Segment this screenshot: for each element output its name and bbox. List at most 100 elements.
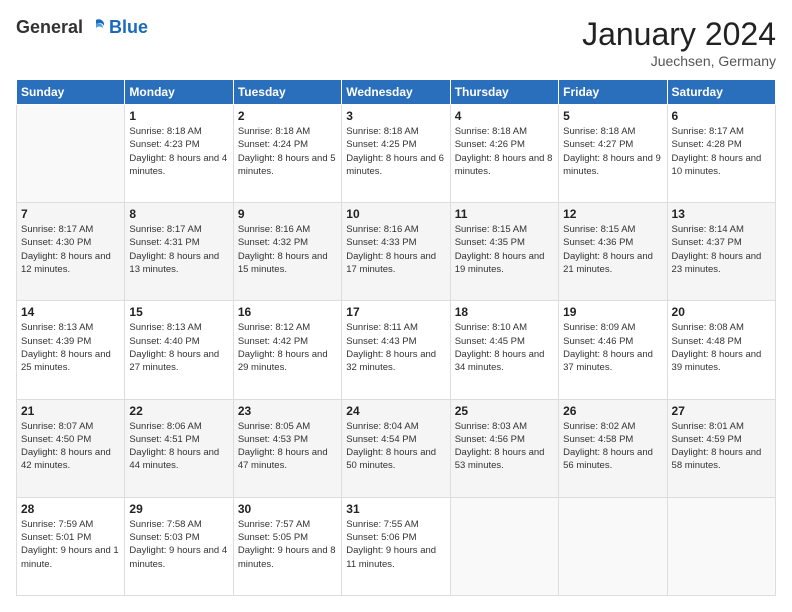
table-row: 20 Sunrise: 8:08 AMSunset: 4:48 PMDayligh… [667,301,775,399]
table-row: 31 Sunrise: 7:55 AMSunset: 5:06 PMDayligh… [342,497,450,595]
table-row: 9 Sunrise: 8:16 AMSunset: 4:32 PMDaylight… [233,203,341,301]
day-info: Sunrise: 8:04 AMSunset: 4:54 PMDaylight:… [346,420,445,473]
table-row: 25 Sunrise: 8:03 AMSunset: 4:56 PMDayligh… [450,399,558,497]
table-row: 2 Sunrise: 8:18 AMSunset: 4:24 PMDaylight… [233,105,341,203]
day-number: 29 [129,502,228,516]
table-row: 22Sunrise: 8:06 AMSunset: 4:51 PMDayligh… [125,399,233,497]
day-number: 27 [672,404,771,418]
day-number: 28 [21,502,120,516]
day-number: 7 [21,207,120,221]
table-row: 12 Sunrise: 8:15 AMSunset: 4:36 PMDayligh… [559,203,667,301]
table-row: 23 Sunrise: 8:05 AMSunset: 4:53 PMDayligh… [233,399,341,497]
header-thursday: Thursday [450,80,558,105]
calendar-week-row: 1Sunrise: 8:18 AMSunset: 4:23 PMDaylight… [17,105,776,203]
day-number: 26 [563,404,662,418]
day-info: Sunrise: 8:17 AMSunset: 4:31 PMDaylight:… [129,223,228,276]
table-row: 26 Sunrise: 8:02 AMSunset: 4:58 PMDayligh… [559,399,667,497]
table-row: 16 Sunrise: 8:12 AMSunset: 4:42 PMDayligh… [233,301,341,399]
day-info: Sunrise: 8:06 AMSunset: 4:51 PMDaylight:… [129,420,228,473]
day-info: Sunrise: 8:10 AMSunset: 4:45 PMDaylight:… [455,321,554,374]
logo-blue-text: Blue [109,17,148,38]
day-number: 23 [238,404,337,418]
calendar-week-row: 14Sunrise: 8:13 AMSunset: 4:39 PMDayligh… [17,301,776,399]
day-number: 30 [238,502,337,516]
day-number: 19 [563,305,662,319]
table-row: 5Sunrise: 8:18 AMSunset: 4:27 PMDaylight… [559,105,667,203]
table-row [667,497,775,595]
day-info: Sunrise: 8:01 AMSunset: 4:59 PMDaylight:… [672,420,771,473]
table-row: 4 Sunrise: 8:18 AMSunset: 4:26 PMDaylight… [450,105,558,203]
table-row: 15 Sunrise: 8:13 AMSunset: 4:40 PMDayligh… [125,301,233,399]
day-info: Sunrise: 8:18 AMSunset: 4:25 PMDaylight:… [346,125,445,178]
calendar-week-row: 21Sunrise: 8:07 AMSunset: 4:50 PMDayligh… [17,399,776,497]
day-info: Sunrise: 8:18 AMSunset: 4:24 PMDaylight:… [238,125,337,178]
day-info: Sunrise: 8:14 AMSunset: 4:37 PMDaylight:… [672,223,771,276]
day-info: Sunrise: 8:13 AMSunset: 4:40 PMDaylight:… [129,321,228,374]
day-number: 4 [455,109,554,123]
day-info: Sunrise: 8:18 AMSunset: 4:26 PMDaylight:… [455,125,554,178]
calendar-week-row: 28 Sunrise: 7:59 AMSunset: 5:01 PMDayligh… [17,497,776,595]
table-row: 14Sunrise: 8:13 AMSunset: 4:39 PMDayligh… [17,301,125,399]
day-info: Sunrise: 8:07 AMSunset: 4:50 PMDaylight:… [21,420,120,473]
day-number: 2 [238,109,337,123]
day-info: Sunrise: 8:18 AMSunset: 4:23 PMDaylight:… [129,125,228,178]
day-number: 17 [346,305,445,319]
header-tuesday: Tuesday [233,80,341,105]
table-row [559,497,667,595]
day-info: Sunrise: 8:12 AMSunset: 4:42 PMDaylight:… [238,321,337,374]
day-number: 31 [346,502,445,516]
table-row [17,105,125,203]
day-info: Sunrise: 8:08 AMSunset: 4:48 PMDaylight:… [672,321,771,374]
day-info: Sunrise: 8:16 AMSunset: 4:32 PMDaylight:… [238,223,337,276]
title-block: January 2024 Juechsen, Germany [582,16,776,69]
table-row: 1Sunrise: 8:18 AMSunset: 4:23 PMDaylight… [125,105,233,203]
page: General Blue January 2024 Juechsen, Germ… [0,0,792,612]
day-number: 15 [129,305,228,319]
table-row [450,497,558,595]
table-row: 19Sunrise: 8:09 AMSunset: 4:46 PMDayligh… [559,301,667,399]
day-number: 6 [672,109,771,123]
day-number: 25 [455,404,554,418]
table-row: 13 Sunrise: 8:14 AMSunset: 4:37 PMDayligh… [667,203,775,301]
header-sunday: Sunday [17,80,125,105]
day-number: 24 [346,404,445,418]
day-number: 10 [346,207,445,221]
location: Juechsen, Germany [582,53,776,69]
day-number: 18 [455,305,554,319]
day-number: 13 [672,207,771,221]
day-info: Sunrise: 8:11 AMSunset: 4:43 PMDaylight:… [346,321,445,374]
header: General Blue January 2024 Juechsen, Germ… [16,16,776,69]
day-info: Sunrise: 8:17 AMSunset: 4:30 PMDaylight:… [21,223,120,276]
day-number: 11 [455,207,554,221]
day-number: 3 [346,109,445,123]
day-info: Sunrise: 8:02 AMSunset: 4:58 PMDaylight:… [563,420,662,473]
day-info: Sunrise: 8:16 AMSunset: 4:33 PMDaylight:… [346,223,445,276]
logo: General Blue [16,16,148,38]
day-info: Sunrise: 8:03 AMSunset: 4:56 PMDaylight:… [455,420,554,473]
table-row: 11Sunrise: 8:15 AMSunset: 4:35 PMDayligh… [450,203,558,301]
table-row: 28 Sunrise: 7:59 AMSunset: 5:01 PMDayligh… [17,497,125,595]
day-info: Sunrise: 7:57 AMSunset: 5:05 PMDaylight:… [238,518,337,571]
day-number: 9 [238,207,337,221]
month-title: January 2024 [582,16,776,53]
header-friday: Friday [559,80,667,105]
day-info: Sunrise: 8:13 AMSunset: 4:39 PMDaylight:… [21,321,120,374]
table-row: 30 Sunrise: 7:57 AMSunset: 5:05 PMDayligh… [233,497,341,595]
table-row: 8Sunrise: 8:17 AMSunset: 4:31 PMDaylight… [125,203,233,301]
day-info: Sunrise: 8:15 AMSunset: 4:36 PMDaylight:… [563,223,662,276]
day-number: 12 [563,207,662,221]
day-number: 16 [238,305,337,319]
header-wednesday: Wednesday [342,80,450,105]
logo-bird-icon [85,16,107,38]
day-info: Sunrise: 8:05 AMSunset: 4:53 PMDaylight:… [238,420,337,473]
day-info: Sunrise: 7:58 AMSunset: 5:03 PMDaylight:… [129,518,228,571]
logo-general-text: General [16,17,83,38]
weekday-header-row: Sunday Monday Tuesday Wednesday Thursday… [17,80,776,105]
day-number: 20 [672,305,771,319]
day-info: Sunrise: 8:17 AMSunset: 4:28 PMDaylight:… [672,125,771,178]
day-info: Sunrise: 7:55 AMSunset: 5:06 PMDaylight:… [346,518,445,571]
table-row: 21Sunrise: 8:07 AMSunset: 4:50 PMDayligh… [17,399,125,497]
calendar-table: Sunday Monday Tuesday Wednesday Thursday… [16,79,776,596]
day-info: Sunrise: 7:59 AMSunset: 5:01 PMDaylight:… [21,518,120,571]
day-number: 5 [563,109,662,123]
